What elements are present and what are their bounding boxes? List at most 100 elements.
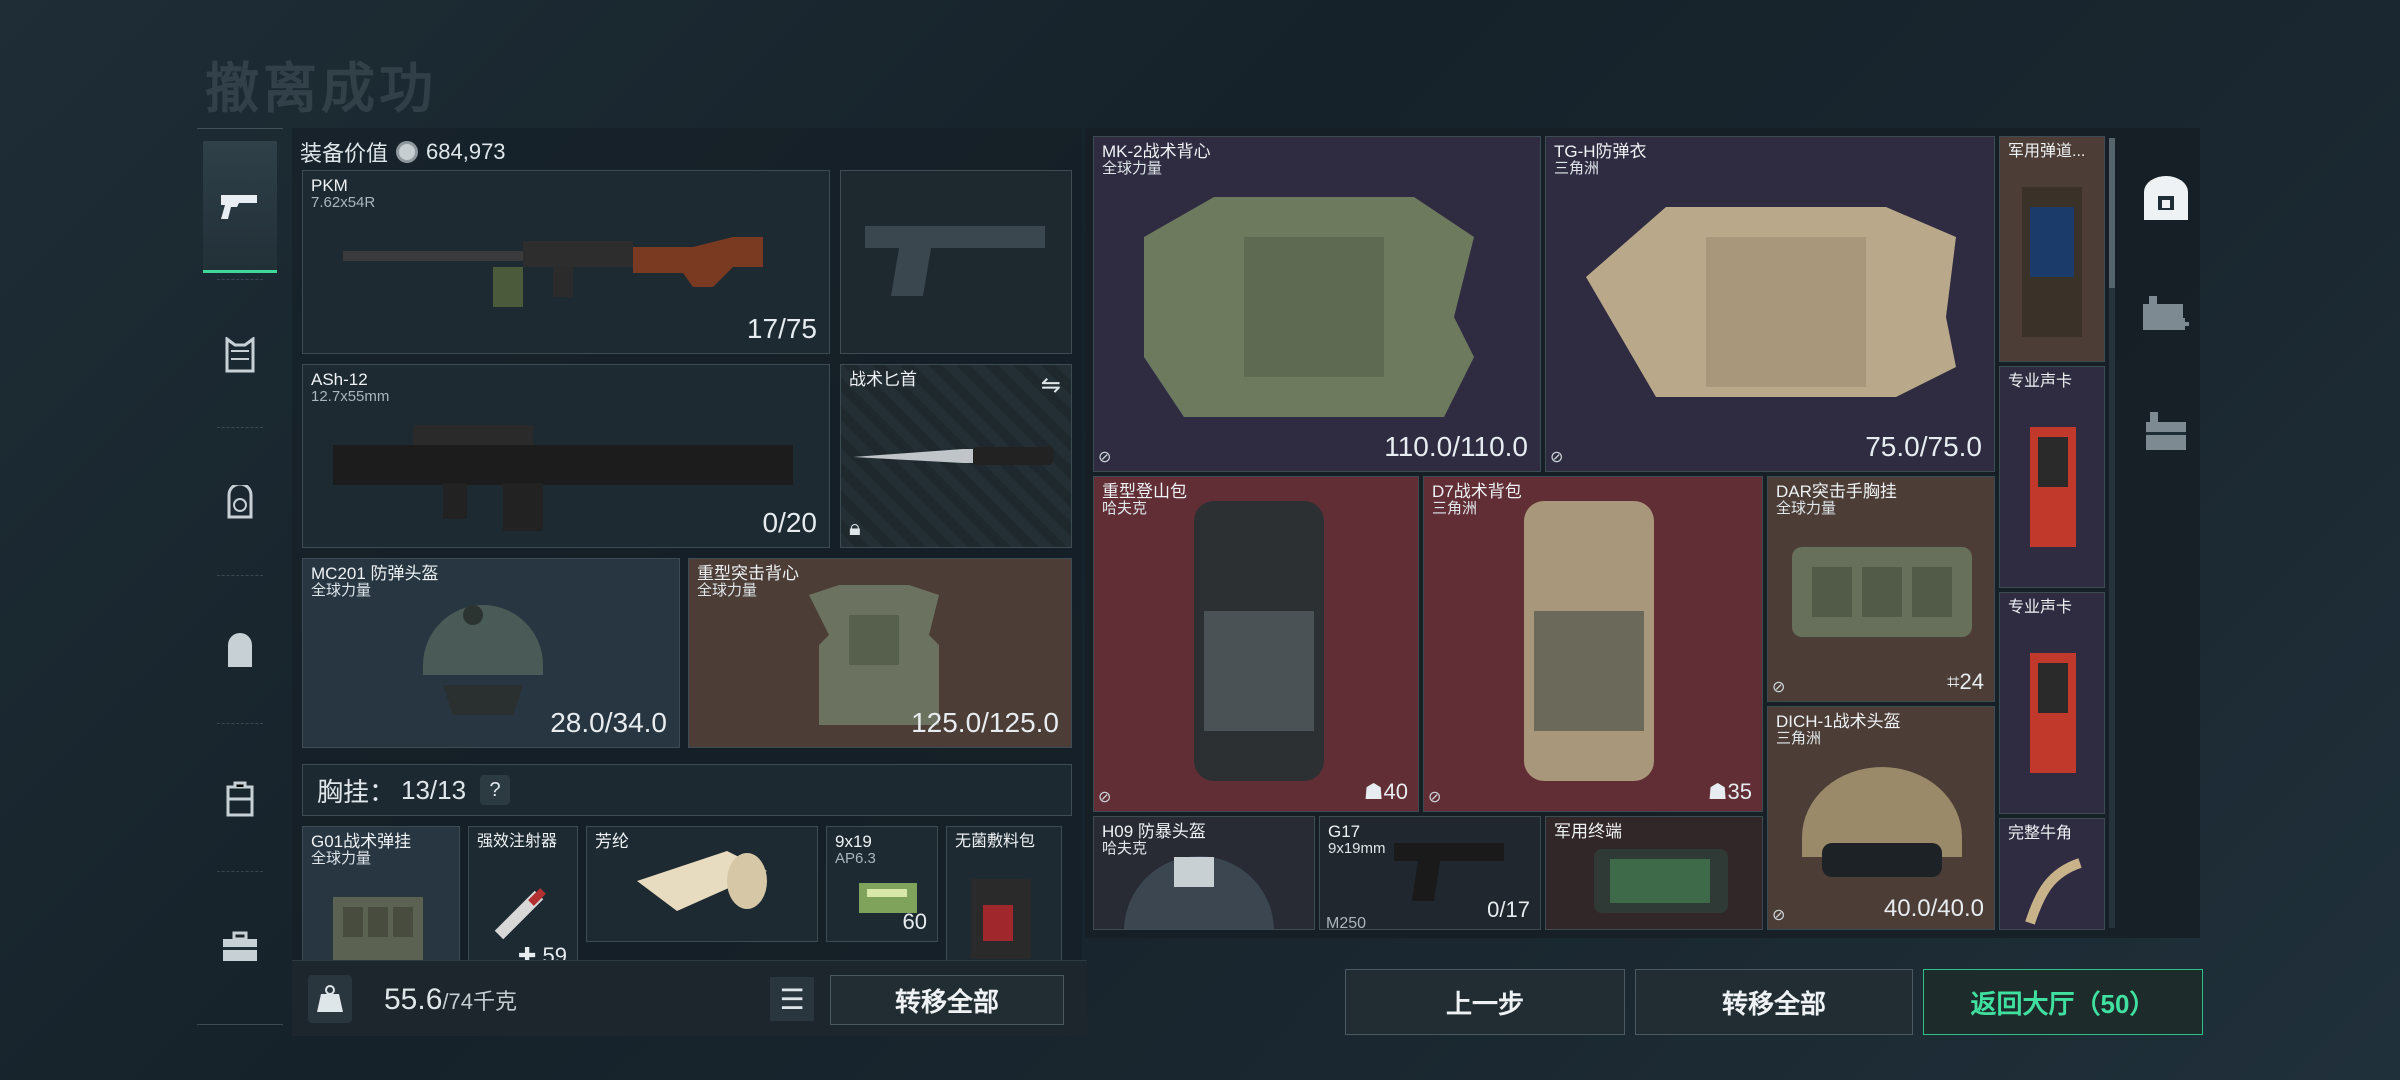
- item-count: ⌗24: [1947, 669, 1984, 694]
- item-durability: 75.0/75.0: [1865, 431, 1982, 462]
- loot-item[interactable]: D7战术背包 三角洲 ⊘ ☗35: [1423, 476, 1763, 812]
- no-insure-icon: ⊘: [1550, 449, 1564, 466]
- vest-image: [1144, 197, 1474, 417]
- item-name: 重型登山包: [1102, 482, 1187, 501]
- item-name: G17: [1328, 822, 1361, 841]
- weapon-ammo: 7.62x54R: [311, 194, 376, 211]
- pistol-slot-empty[interactable]: [840, 170, 1072, 354]
- case-tab[interactable]: [203, 733, 277, 865]
- no-insure-icon: ⊘: [1098, 789, 1112, 806]
- horn-image: [2025, 858, 2082, 925]
- armor-vest-image: [1586, 207, 1956, 397]
- loot-scrollbar[interactable]: [2109, 138, 2115, 928]
- knife-slot[interactable]: 战术匕首 ⇋ 🔒︎: [840, 364, 1072, 548]
- return-lobby-button[interactable]: 返回大厅（50）: [1923, 969, 2203, 1035]
- transfer-all-button[interactable]: 转移全部: [1635, 969, 1913, 1035]
- item-name: DICH-1战术头盔: [1776, 712, 1901, 731]
- loot-item[interactable]: 完整牛角: [1999, 818, 2105, 930]
- item-maker: 全球力量: [1102, 160, 1163, 177]
- armor-durability: 125.0/125.0: [911, 707, 1059, 738]
- sound-card-image: [2030, 427, 2076, 547]
- equipment-value: 装备价值 684,973: [300, 136, 506, 168]
- helmet-slot[interactable]: MC201 防弹头盔 全球力量 28.0/34.0: [302, 558, 680, 748]
- bandage-pack-image: [971, 879, 1031, 959]
- item-name: 专业声卡: [2008, 599, 2073, 616]
- equipment-value-label: 装备价值: [300, 141, 389, 166]
- secondary-weapon-slot[interactable]: ASh-12 12.7x55mm 0/20: [302, 364, 830, 548]
- item-name: 无菌敷料包: [955, 833, 1036, 850]
- weight-icon: [308, 975, 352, 1023]
- item-sub: AP6.3: [835, 850, 876, 867]
- item-count-value: 35: [1727, 779, 1752, 804]
- item-durability: 110.0/110.0: [1384, 431, 1528, 462]
- no-insure-icon: ⊘: [1772, 679, 1786, 696]
- weapon-ammo-count: 0/20: [762, 507, 818, 538]
- safe-box-tab[interactable]: [2136, 168, 2196, 228]
- armor-name: 重型突击背心: [697, 564, 799, 583]
- item-count: ☗40: [1363, 779, 1408, 804]
- item-maker: 三角洲: [1776, 730, 1822, 747]
- back-button[interactable]: 上一步: [1345, 969, 1625, 1035]
- loot-item[interactable]: G17 9x19mm 0/17 M250: [1319, 816, 1541, 930]
- coin-icon: [396, 141, 419, 163]
- armor-slot[interactable]: 重型突击背心 全球力量 125.0/125.0: [688, 558, 1072, 748]
- loot-panel: MK-2战术背心 全球力量 ⊘ 110.0/110.0 TG-H防弹衣 三角洲 …: [1085, 128, 2200, 938]
- loot-item[interactable]: MK-2战术背心 全球力量 ⊘ 110.0/110.0: [1093, 136, 1541, 472]
- loot-item[interactable]: TG-H防弹衣 三角洲 ⊘ 75.0/75.0: [1545, 136, 1995, 472]
- toolbox-tab[interactable]: [203, 881, 277, 1013]
- help-icon[interactable]: ?: [480, 775, 511, 805]
- loot-item[interactable]: 重型登山包 哈夫克 ⊘ ☗40: [1093, 476, 1419, 812]
- list-view-button[interactable]: ☰: [770, 977, 814, 1021]
- category-sidebar: [197, 128, 283, 1025]
- no-insure-icon: ⊘: [1772, 907, 1786, 924]
- no-insure-icon: ⊘: [1428, 789, 1442, 806]
- bandage-item[interactable]: 无菌敷料包: [946, 826, 1062, 976]
- gun-icon: [221, 194, 257, 219]
- item-name: D7战术背包: [1432, 482, 1522, 501]
- chest-rig-item[interactable]: G01战术弹挂 全球力量: [302, 826, 460, 976]
- aramid-item[interactable]: 芳纶: [586, 826, 818, 942]
- weight-capacity: /74千克: [442, 989, 517, 1014]
- loot-item[interactable]: 专业声卡: [1999, 366, 2105, 588]
- item-name: 专业声卡: [2008, 373, 2073, 390]
- toolbox-icon: [223, 931, 257, 961]
- item-count: 0/17: [1487, 897, 1530, 922]
- vest-tab[interactable]: [203, 289, 277, 421]
- item-maker: 哈夫克: [1102, 500, 1148, 517]
- stim-item[interactable]: 强效注射器 ✚ 59: [468, 826, 578, 976]
- case-icon: [226, 781, 254, 817]
- case-stack-tab[interactable]: [2136, 400, 2196, 460]
- page-title: 撤离成功: [205, 59, 437, 119]
- ammo-item[interactable]: 9x19 AP6.3 60: [826, 826, 938, 942]
- item-sub: 9x19mm: [1328, 840, 1386, 857]
- equipment-value-amount: 684,973: [426, 139, 506, 164]
- chest-rig-label: 胸挂：: [317, 776, 396, 807]
- transfer-all-left-button[interactable]: 转移全部: [830, 975, 1064, 1025]
- loot-item[interactable]: 专业声卡: [1999, 592, 2105, 814]
- item-count-value: 24: [1959, 669, 1984, 694]
- rig-image: [333, 897, 423, 963]
- knife-image: [853, 447, 1053, 465]
- item-maker: 全球力量: [1776, 500, 1837, 517]
- primary-weapon-slot[interactable]: PKM 7.62x54R 17/75: [302, 170, 830, 354]
- medkit-icon: [2143, 296, 2189, 330]
- right-sidebar: [2130, 128, 2205, 938]
- pistol-silhouette-icon: [865, 226, 1045, 296]
- equipment-panel: 装备价值 684,973 PKM 7.62x54R 17/75 ASh-12 1…: [292, 128, 1082, 1033]
- helmet-backpack-tab[interactable]: [203, 437, 277, 569]
- loot-item[interactable]: 军用弹道...: [1999, 136, 2105, 362]
- item-name: 军用终端: [1554, 822, 1622, 841]
- medkit-tab[interactable]: [2136, 284, 2196, 344]
- loot-item[interactable]: DICH-1战术头盔 三角洲 ⊘ 40.0/40.0: [1767, 706, 1995, 930]
- weapon-name: PKM: [311, 176, 348, 195]
- military-terminal-image: [1594, 849, 1728, 913]
- loot-item[interactable]: 军用终端: [1545, 816, 1763, 930]
- backpack-tab[interactable]: [203, 585, 277, 717]
- item-name: TG-H防弹衣: [1554, 142, 1647, 161]
- weapons-tab[interactable]: [203, 141, 277, 273]
- swap-icon[interactable]: ⇋: [1041, 371, 1061, 400]
- loot-item[interactable]: H09 防暴头盔 哈夫克: [1093, 816, 1315, 930]
- loot-item[interactable]: DAR突击手胸挂 全球力量 ⊘ ⌗24: [1767, 476, 1995, 702]
- inventory-footer: 55.6/74千克 ☰ 转移全部: [292, 960, 1087, 1036]
- safe-box-icon: [2144, 176, 2188, 220]
